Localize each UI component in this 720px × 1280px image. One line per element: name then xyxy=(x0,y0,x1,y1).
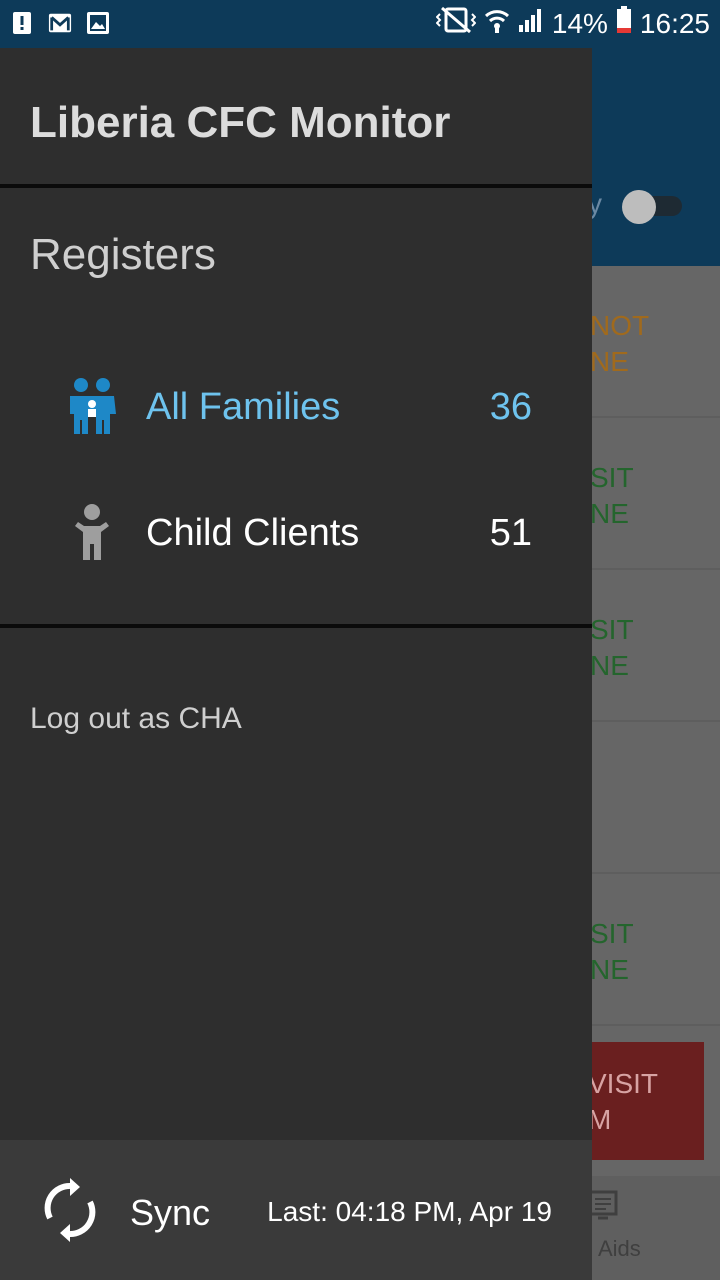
nav-item-count: 51 xyxy=(489,512,532,554)
background-row-status: SIT NE xyxy=(590,462,634,529)
clock: 16:25 xyxy=(639,7,710,39)
vibrate-mute-icon xyxy=(435,6,477,41)
nav-item-count: 36 xyxy=(489,386,532,428)
notification-icons xyxy=(10,10,110,36)
system-status: 14% 16:25 xyxy=(435,6,710,41)
nav-item-label: Child Clients xyxy=(146,512,360,554)
registers-section-label: Registers xyxy=(30,230,216,279)
status-bar: 14% 16:25 xyxy=(0,0,720,48)
drawer-divider xyxy=(0,624,592,628)
background-row-status: SIT NE xyxy=(590,614,634,681)
family-icon xyxy=(64,376,120,436)
signal-icon xyxy=(518,7,544,40)
sync-label: Sync xyxy=(130,1192,211,1233)
nav-item-child-clients[interactable]: Child Clients 51 xyxy=(0,488,592,578)
drawer-title: Liberia CFC Monitor xyxy=(30,98,451,147)
nav-item-label: All Families xyxy=(146,386,341,428)
battery-percent: 14% xyxy=(551,7,608,39)
sync-bar[interactable]: Sync Last: 04:18 PM, Apr 19 xyxy=(0,1140,592,1280)
job-aids-icon xyxy=(588,1190,618,1222)
background-toggle-switch xyxy=(622,190,684,224)
drawer-divider xyxy=(0,184,592,188)
image-notification-icon xyxy=(86,10,110,36)
alert-notification-icon xyxy=(10,10,34,36)
nav-item-all-families[interactable]: All Families 36 xyxy=(0,362,592,452)
navigation-drawer: Liberia CFC Monitor Registers All Famili… xyxy=(0,48,592,1280)
background-tab-label: Aids xyxy=(598,1236,641,1261)
gmail-notification-icon xyxy=(48,10,72,36)
child-icon xyxy=(64,502,120,562)
background-row-status: NOT NE xyxy=(590,310,650,377)
background-row-status: SIT NE xyxy=(590,918,634,985)
sync-icon[interactable] xyxy=(40,1178,100,1242)
logout-link[interactable]: Log out as CHA xyxy=(30,702,242,736)
battery-icon xyxy=(616,6,632,41)
last-sync-time: Last: 04:18 PM, Apr 19 xyxy=(267,1196,552,1227)
wifi-icon xyxy=(484,6,510,41)
